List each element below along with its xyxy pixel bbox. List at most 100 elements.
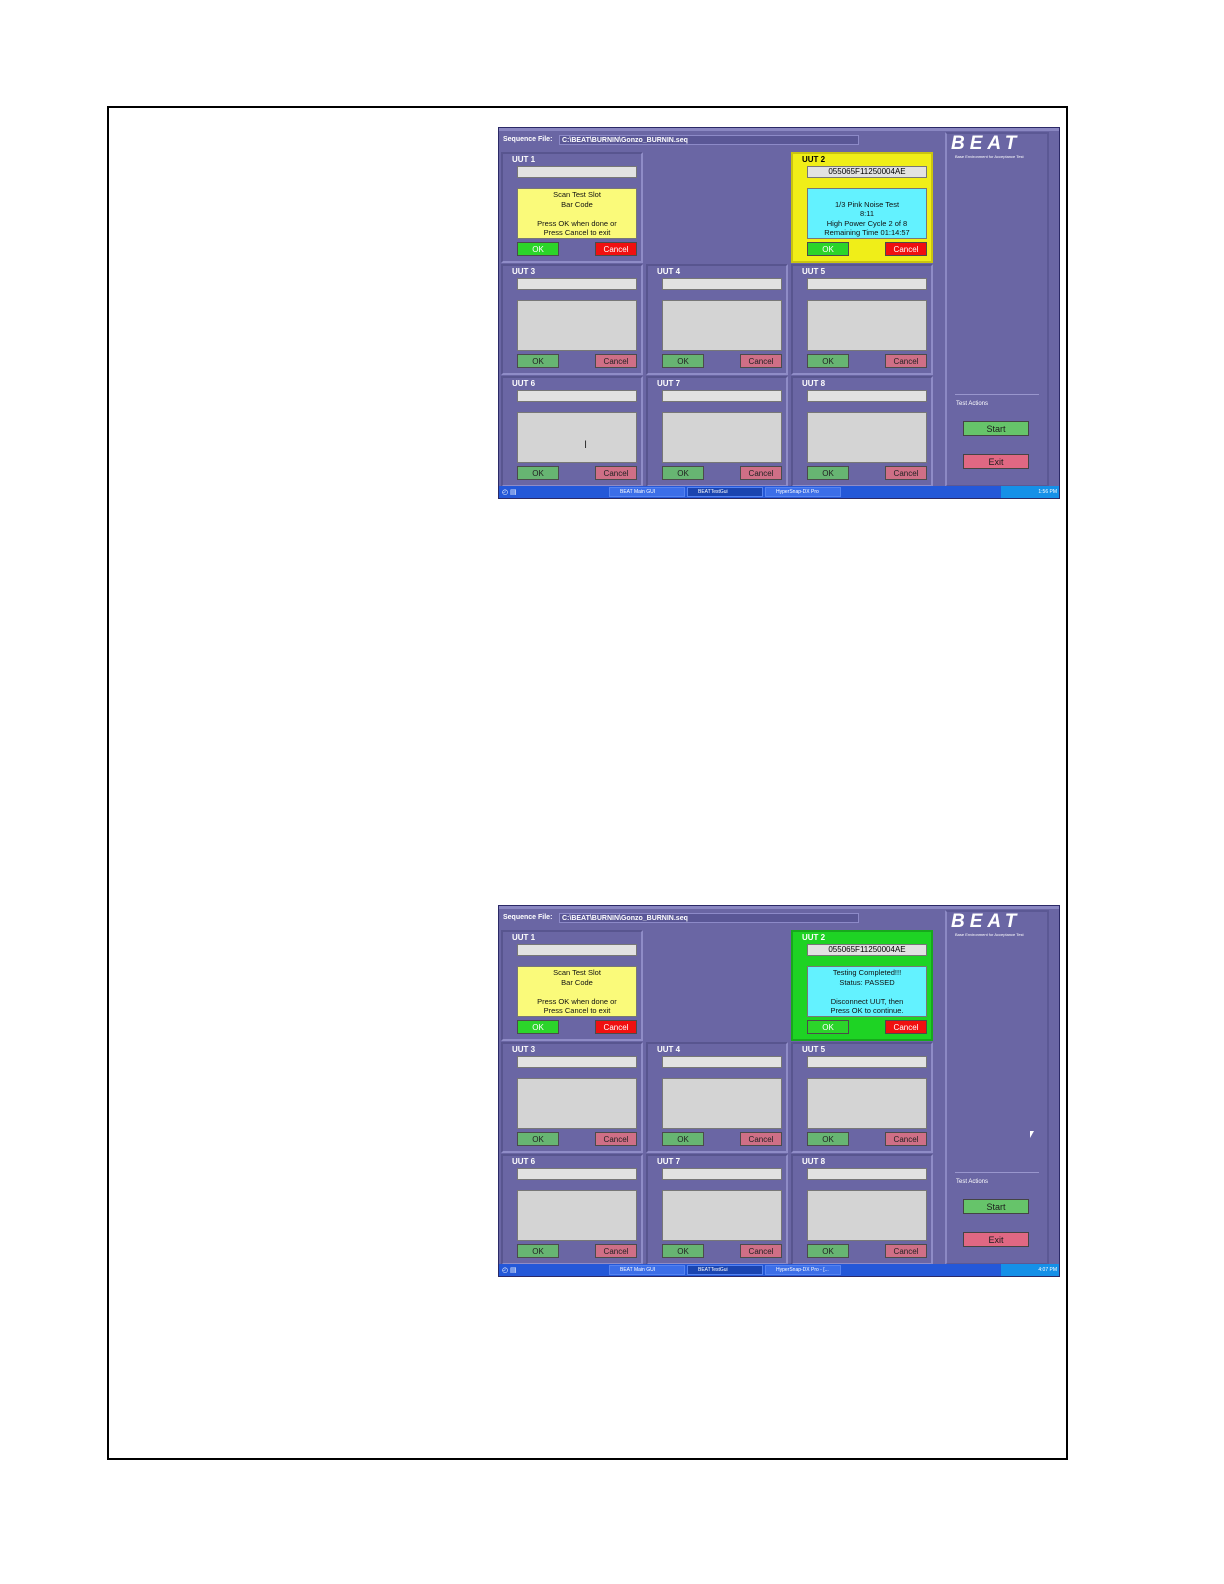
uut2-serial-field[interactable]: 055065F11250004AE <box>807 944 927 956</box>
uut7-ok-button[interactable]: OK <box>662 1244 704 1258</box>
uut1-msg-line: Scan Test Slot <box>553 190 601 199</box>
exit-button[interactable]: Exit <box>963 454 1029 469</box>
uut7-serial-field[interactable] <box>662 1168 782 1180</box>
start-menu-icon[interactable]: ◴ ▤ <box>502 488 517 496</box>
uut5-panel: UUT 5 OK Cancel <box>791 264 933 375</box>
uut4-panel: UUT 4 OK Cancel <box>646 264 788 375</box>
taskbar-item[interactable]: HyperSnap-DX Pro - [... <box>765 1265 841 1275</box>
sequence-label: Sequence File: <box>503 136 553 143</box>
actions-divider <box>955 1172 1039 1173</box>
uut2-serial-field[interactable]: 055065F11250004AE <box>807 166 927 178</box>
title-strip <box>499 906 1059 909</box>
uut5-serial-field[interactable] <box>807 278 927 290</box>
uut4-serial-field[interactable] <box>662 1056 782 1068</box>
uut6-serial-field[interactable] <box>517 1168 637 1180</box>
uut1-msg-line: Press Cancel to exit <box>543 228 611 237</box>
uut3-cancel-button[interactable]: Cancel <box>595 1132 637 1146</box>
taskbar-item[interactable]: BEATTestGui <box>687 1265 763 1275</box>
uut6-ok-button[interactable]: OK <box>517 1244 559 1258</box>
uut4-cancel-button[interactable]: Cancel <box>740 354 782 368</box>
uut3-ok-button[interactable]: OK <box>517 1132 559 1146</box>
uut4-serial-field[interactable] <box>662 278 782 290</box>
start-button[interactable]: Start <box>963 1199 1029 1214</box>
uut3-message <box>517 300 637 351</box>
start-menu-icon[interactable]: ◴ ▤ <box>502 1266 517 1274</box>
uut1-msg-line: Press OK when done or <box>537 218 617 228</box>
beat-logo: BEAT Base Environment for Acceptance Tes… <box>951 134 1051 164</box>
uut5-message <box>807 1078 927 1129</box>
taskbar: ◴ ▤ BEAT Main GUI BEATTestGui HyperSnap-… <box>499 486 1059 498</box>
uut3-ok-button[interactable]: OK <box>517 354 559 368</box>
uut7-ok-button[interactable]: OK <box>662 466 704 480</box>
taskbar-item[interactable]: HyperSnap-DX Pro <box>765 487 841 497</box>
mouse-pointer-icon <box>1030 1131 1034 1138</box>
uut3-cancel-button[interactable]: Cancel <box>595 354 637 368</box>
uut5-serial-field[interactable] <box>807 1056 927 1068</box>
uut6-cancel-button[interactable]: Cancel <box>595 466 637 480</box>
uut1-ok-button[interactable]: OK <box>517 1020 559 1034</box>
uut4-cancel-button[interactable]: Cancel <box>740 1132 782 1146</box>
uut5-title: UUT 5 <box>802 1045 826 1054</box>
uut2-cancel-button[interactable]: Cancel <box>885 242 927 256</box>
taskbar-item[interactable]: BEAT Main GUI <box>609 487 685 497</box>
uut6-serial-field[interactable] <box>517 390 637 402</box>
sequence-file-field[interactable]: C:\BEAT\BURNIN\Gonzo_BURNIN.seq <box>559 135 859 145</box>
uut1-title: UUT 1 <box>512 933 536 942</box>
uut2-cancel-button[interactable]: Cancel <box>885 1020 927 1034</box>
clock: 4:07 PM <box>1001 1264 1059 1276</box>
uut3-title: UUT 3 <box>512 1045 536 1054</box>
uut2-title: UUT 2 <box>802 155 826 164</box>
sequence-file-field[interactable]: C:\BEAT\BURNIN\Gonzo_BURNIN.seq <box>559 913 859 923</box>
uut6-title: UUT 6 <box>512 379 536 388</box>
uut3-serial-field[interactable] <box>517 278 637 290</box>
uut1-panel: UUT 1 Scan Test Slot Bar Code Press OK w… <box>501 930 643 1041</box>
beat-logo: BEAT Base Environment for Acceptance Tes… <box>951 912 1051 942</box>
uut8-cancel-button[interactable]: Cancel <box>885 1244 927 1258</box>
uut1-cancel-button[interactable]: Cancel <box>595 1020 637 1034</box>
uut7-cancel-button[interactable]: Cancel <box>740 1244 782 1258</box>
uut2-msg-line <box>808 190 926 200</box>
uut1-serial-field[interactable] <box>517 166 637 178</box>
uut8-title: UUT 8 <box>802 1157 826 1166</box>
title-strip <box>499 128 1059 131</box>
start-button[interactable]: Start <box>963 421 1029 436</box>
sequence-label: Sequence File: <box>503 914 553 921</box>
uut1-message: Scan Test Slot Bar Code Press OK when do… <box>517 188 637 239</box>
uut2-msg-line: Disconnect UUT, then <box>830 996 904 1006</box>
uut2-msg-line: High Power Cycle 2 of 8 <box>826 218 908 228</box>
uut2-ok-button[interactable]: OK <box>807 242 849 256</box>
uut7-cancel-button[interactable]: Cancel <box>740 466 782 480</box>
uut2-msg-line: Testing Completed!!! <box>832 968 902 977</box>
uut6-ok-button[interactable]: OK <box>517 466 559 480</box>
uut5-cancel-button[interactable]: Cancel <box>885 354 927 368</box>
uut4-ok-button[interactable]: OK <box>662 354 704 368</box>
uut6-panel: UUT 6 OK Cancel <box>501 1154 643 1265</box>
uut5-ok-button[interactable]: OK <box>807 1132 849 1146</box>
uut8-message <box>807 412 927 463</box>
uut1-cancel-button[interactable]: Cancel <box>595 242 637 256</box>
uut3-serial-field[interactable] <box>517 1056 637 1068</box>
taskbar-item[interactable]: BEAT Main GUI <box>609 1265 685 1275</box>
uut2-ok-button[interactable]: OK <box>807 1020 849 1034</box>
taskbar-item[interactable]: BEATTestGui <box>687 487 763 497</box>
uut7-serial-field[interactable] <box>662 390 782 402</box>
uut4-ok-button[interactable]: OK <box>662 1132 704 1146</box>
uut1-ok-button[interactable]: OK <box>517 242 559 256</box>
uut8-serial-field[interactable] <box>807 390 927 402</box>
uut4-message <box>662 1078 782 1129</box>
uut2-title: UUT 2 <box>802 933 826 942</box>
uut5-cancel-button[interactable]: Cancel <box>885 1132 927 1146</box>
uut6-cancel-button[interactable]: Cancel <box>595 1244 637 1258</box>
uut8-serial-field[interactable] <box>807 1168 927 1180</box>
uut8-ok-button[interactable]: OK <box>807 1244 849 1258</box>
uut2-msg-line <box>808 987 926 997</box>
uut2-msg-line: 8:11 <box>859 209 875 218</box>
uut8-cancel-button[interactable]: Cancel <box>885 466 927 480</box>
uut5-ok-button[interactable]: OK <box>807 354 849 368</box>
uut1-title: UUT 1 <box>512 155 536 164</box>
uut8-ok-button[interactable]: OK <box>807 466 849 480</box>
uut1-serial-field[interactable] <box>517 944 637 956</box>
uut1-msg-line: Bar Code <box>561 199 593 209</box>
uut1-msg-line <box>518 987 636 997</box>
exit-button[interactable]: Exit <box>963 1232 1029 1247</box>
